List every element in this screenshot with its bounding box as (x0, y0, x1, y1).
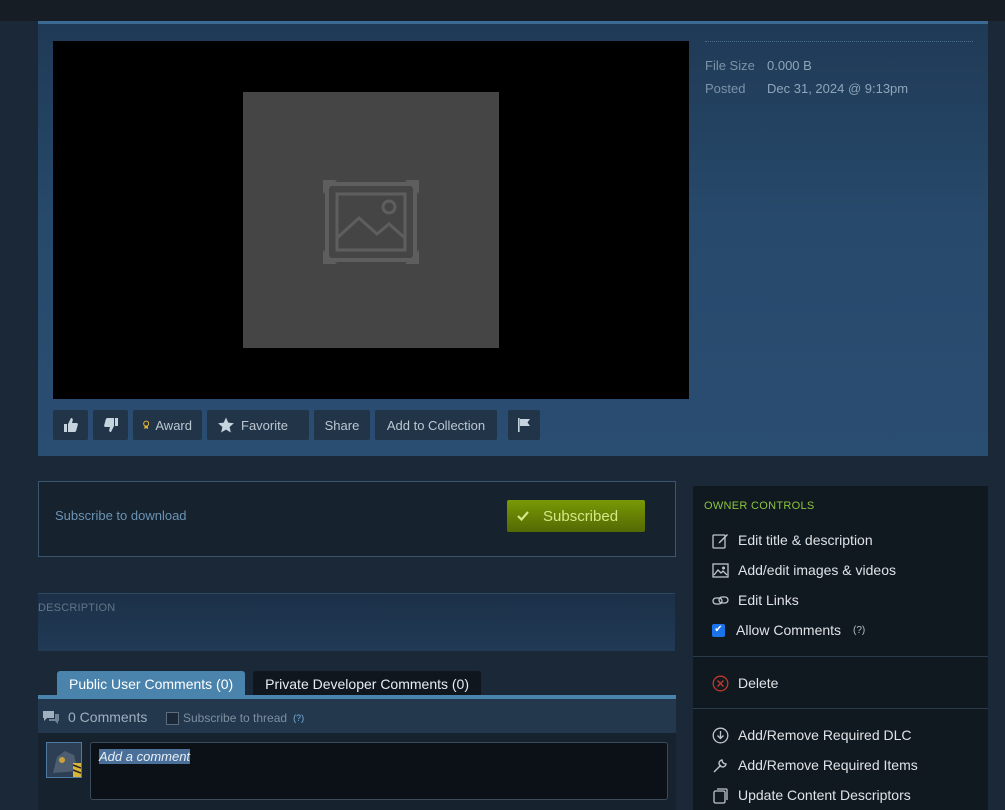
tab-private-comments[interactable]: Private Developer Comments (0) (253, 671, 482, 697)
edit-title-description-link[interactable]: Edit title & description (711, 531, 873, 549)
dlc-icon (711, 726, 729, 744)
edit-icon (711, 531, 729, 549)
image-placeholder-icon (323, 180, 419, 264)
edit-title-description-label: Edit title & description (738, 532, 873, 548)
item-metadata: File Size 0.000 B Posted Dec 31, 2024 @ … (705, 41, 973, 100)
action-bar: Award Favorite Share Add to Collection (53, 410, 540, 440)
subscribe-thread-help[interactable]: (?) (293, 713, 304, 723)
share-button[interactable]: Share (314, 410, 370, 440)
comment-count: 0 Comments (42, 709, 147, 725)
favorite-label: Favorite (241, 417, 288, 433)
link-icon (711, 591, 729, 609)
avatar-image (47, 743, 81, 777)
item-detail-panel: File Size 0.000 B Posted Dec 31, 2024 @ … (38, 21, 988, 456)
comment-tabs: Public User Comments (0) Private Develop… (57, 671, 482, 697)
flag-icon (518, 418, 530, 432)
award-label: Award (155, 417, 192, 433)
checkmark-icon (517, 511, 529, 521)
edit-links-label: Edit Links (738, 592, 799, 608)
descriptor-icon (711, 786, 729, 804)
award-button[interactable]: Award (133, 410, 202, 440)
add-edit-images-label: Add/edit images & videos (738, 562, 896, 578)
speech-bubbles-icon (43, 711, 59, 724)
subscribe-box: Subscribe to download Subscribed (38, 481, 676, 557)
add-edit-images-link[interactable]: Add/edit images & videos (711, 561, 896, 579)
comment-input[interactable]: Add a comment (90, 742, 668, 800)
owner-controls-heading: OWNER CONTROLS (704, 500, 815, 512)
divider (693, 708, 988, 709)
delete-link[interactable]: Delete (711, 674, 778, 692)
comment-header-bar: 0 Comments Subscribe to thread (?) (38, 695, 676, 733)
description-label: DESCRIPTION (38, 602, 116, 614)
award-icon (143, 420, 150, 430)
file-size-value: 0.000 B (767, 58, 812, 73)
subscribed-button[interactable]: Subscribed (507, 500, 645, 532)
media-viewer[interactable] (53, 41, 689, 399)
allow-comments-help[interactable]: (?) (853, 625, 865, 636)
delete-icon (711, 674, 729, 692)
add-remove-dlc-label: Add/Remove Required DLC (738, 727, 912, 743)
subscribe-thread-label: Subscribe to thread (183, 711, 288, 725)
thumbs-up-icon (63, 418, 78, 432)
comment-input-text: Add a comment (99, 749, 191, 764)
allow-comments-toggle[interactable]: ✔ Allow Comments (?) (712, 622, 865, 638)
update-content-descriptors-label: Update Content Descriptors (738, 787, 911, 803)
comment-count-text: 0 Comments (68, 709, 148, 725)
posted-value: Dec 31, 2024 @ 9:13pm (767, 81, 909, 96)
add-remove-dlc-link[interactable]: Add/Remove Required DLC (711, 726, 912, 744)
image-placeholder (243, 92, 499, 348)
avatar[interactable] (46, 742, 82, 778)
posted-label: Posted (705, 81, 746, 96)
subscribed-label: Subscribed (543, 507, 619, 525)
add-remove-items-label: Add/Remove Required Items (738, 757, 918, 773)
star-icon (218, 417, 234, 433)
favorite-button[interactable]: Favorite (207, 410, 309, 440)
subscribe-thread-checkbox[interactable] (166, 711, 179, 725)
owner-controls-panel: OWNER CONTROLS Edit title & description … (693, 486, 988, 810)
add-to-collection-label: Add to Collection (386, 417, 486, 433)
file-size-row: File Size 0.000 B (705, 54, 973, 77)
add-to-collection-button[interactable]: Add to Collection (375, 410, 497, 440)
top-bar (0, 0, 1005, 21)
edit-links-link[interactable]: Edit Links (711, 591, 799, 609)
tab-public-comments[interactable]: Public User Comments (0) (57, 671, 246, 697)
posted-row: Posted Dec 31, 2024 @ 9:13pm (705, 77, 973, 100)
comment-composer: Add a comment (38, 733, 676, 810)
description-section: DESCRIPTION (38, 593, 675, 651)
upvote-button[interactable] (53, 410, 88, 440)
update-content-descriptors-link[interactable]: Update Content Descriptors (711, 786, 911, 804)
delete-label: Delete (738, 675, 779, 691)
downvote-button[interactable] (93, 410, 128, 440)
divider (693, 656, 988, 657)
file-size-label: File Size (705, 58, 755, 73)
wrench-icon (711, 756, 729, 774)
image-icon (711, 561, 729, 579)
share-label: Share (324, 417, 360, 433)
add-remove-items-link[interactable]: Add/Remove Required Items (711, 756, 918, 774)
thumbs-down-icon (103, 418, 118, 432)
allow-comments-checkbox[interactable]: ✔ (712, 623, 725, 637)
subscribe-label: Subscribe to download (55, 508, 187, 523)
report-button[interactable] (508, 410, 540, 440)
allow-comments-label: Allow Comments (736, 622, 842, 638)
subscribe-thread[interactable]: Subscribe to thread (?) (166, 711, 304, 725)
